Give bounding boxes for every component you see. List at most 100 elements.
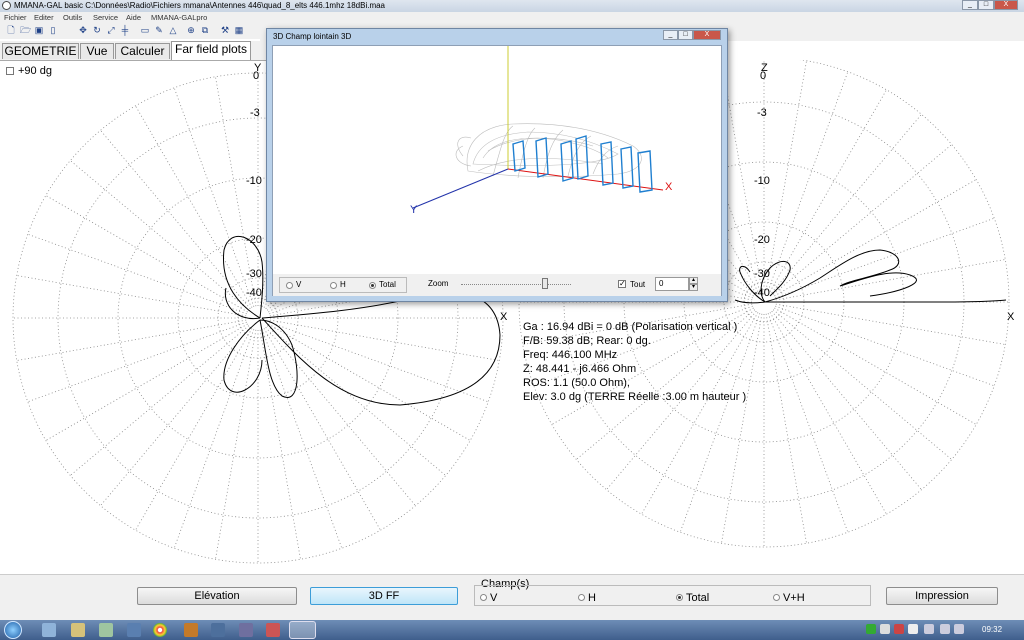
edit-icon[interactable]: ✎: [154, 25, 164, 36]
spin-down-icon[interactable]: ▾: [689, 284, 698, 291]
right-axis-label-x: X: [1007, 311, 1015, 323]
gain-info: Ga : 16.94 dBi = 0 dB (Polarisation vert…: [523, 321, 738, 333]
tray-icon-2[interactable]: [880, 624, 890, 634]
tab-geometrie[interactable]: GEOMETRIE: [2, 43, 79, 59]
polar-spoke: [266, 325, 446, 476]
chrome-icon[interactable]: [153, 623, 167, 637]
flag-icon[interactable]: [924, 624, 934, 634]
tab-far-field-plots[interactable]: Far field plots: [171, 41, 251, 60]
3d-ff-button[interactable]: 3D FF: [310, 587, 458, 605]
tab-vue[interactable]: Vue: [80, 43, 114, 59]
champs-radio-v[interactable]: [480, 594, 487, 601]
champs-radio-vh[interactable]: [773, 594, 780, 601]
info-icon[interactable]: ▯: [48, 25, 58, 36]
mmana-taskbar-button[interactable]: [289, 621, 316, 639]
tout-checkbox[interactable]: ✓: [618, 280, 626, 288]
zoom-slider-track[interactable]: [461, 284, 571, 286]
polar-spoke: [45, 323, 248, 441]
window-title: MMANA-GAL basic C:\Données\Radio\Fichier…: [14, 1, 386, 10]
left-ring-label-10: -10: [246, 175, 262, 187]
taskbar-app-icon-9[interactable]: [266, 623, 280, 637]
volume-icon[interactable]: [954, 624, 964, 634]
right-ring-label-10: -10: [754, 175, 770, 187]
polar-spoke: [772, 309, 952, 460]
zoom-slider-thumb[interactable]: [542, 278, 549, 289]
champs-radio-h[interactable]: [578, 594, 585, 601]
vertical-pattern-curve: [734, 249, 1007, 304]
target-icon[interactable]: ⊕: [186, 25, 196, 36]
taskbar-app-icon-8[interactable]: [239, 623, 253, 637]
menu-editer[interactable]: Editer: [34, 12, 54, 24]
tray-icon-1[interactable]: [866, 624, 876, 634]
3d-radio-h[interactable]: [330, 282, 337, 289]
maximize-button[interactable]: □: [978, 0, 994, 10]
taskbar-app-icon-4[interactable]: [127, 623, 141, 637]
taskbar-app-icon-3[interactable]: [99, 623, 113, 637]
menu-mmana-galpro[interactable]: MMANA-GALpro: [151, 12, 207, 24]
elevation-button[interactable]: Elévation: [137, 587, 297, 605]
left-ring-label-20: -20: [246, 234, 262, 246]
polar-spoke: [775, 305, 995, 387]
polar-spoke: [16, 319, 247, 361]
polar-spoke: [173, 87, 255, 307]
champs-radio-total[interactable]: [676, 594, 683, 601]
3d-view-canvas[interactable]: Y X: [272, 45, 722, 296]
triangle-icon[interactable]: △: [168, 25, 178, 36]
impression-button[interactable]: Impression: [886, 587, 998, 605]
move-icon[interactable]: ✥: [78, 25, 88, 36]
right-ring-label-3: -3: [757, 107, 767, 119]
page-icon[interactable]: ▭: [140, 25, 150, 36]
tray-icon-4[interactable]: [908, 624, 918, 634]
close-button[interactable]: X: [994, 0, 1018, 10]
plus90-checkbox[interactable]: [6, 67, 14, 75]
menu-fichier[interactable]: Fichier: [4, 12, 27, 24]
polar-spoke: [269, 321, 489, 403]
taskbar-app-icon-7[interactable]: [211, 623, 225, 637]
menu-bar: Fichier Editer Outils Service Aide MMANA…: [0, 12, 1024, 24]
win3d-close-button[interactable]: X: [693, 30, 721, 40]
rotate-icon[interactable]: ↻: [92, 25, 102, 36]
swr-info: ROS: 1.1 (50.0 Ohm),: [523, 377, 630, 389]
tab-calculer[interactable]: Calculer: [115, 43, 170, 59]
left-ring-label-3: -3: [250, 107, 260, 119]
copy-icon[interactable]: ⧉: [200, 25, 210, 36]
angle-spin-input[interactable]: 0: [655, 277, 689, 291]
3d-controls-panel: V H Total Zoom ✓ Tout 0 ▴ ▾: [273, 274, 721, 296]
minimize-button[interactable]: _: [962, 0, 978, 10]
polar-spoke: [135, 328, 253, 531]
3d-radio-total[interactable]: [369, 282, 376, 289]
polar-spoke: [767, 71, 849, 291]
champs-radio-v-label: V: [490, 592, 498, 604]
open-file-icon[interactable]: 🗁: [20, 25, 31, 36]
polar-spoke: [767, 313, 849, 533]
network-icon[interactable]: [940, 624, 950, 634]
tools-icon[interactable]: ⚒: [220, 25, 230, 36]
3d-radio-v[interactable]: [286, 282, 293, 289]
explorer-icon[interactable]: [42, 623, 56, 637]
taskbar-app-icon-2[interactable]: [71, 623, 85, 637]
polar-spoke: [259, 329, 301, 560]
taskbar-app-icon-6[interactable]: [184, 623, 198, 637]
split-icon[interactable]: ╪: [120, 25, 130, 36]
plus90-label: +90 dg: [18, 65, 52, 77]
win3d-minimize-button[interactable]: _: [663, 30, 678, 40]
menu-aide[interactable]: Aide: [126, 12, 141, 24]
tab-bar: GEOMETRIE Vue Calculer Far field plots: [0, 41, 268, 61]
3d-axis-label-x: X: [665, 181, 673, 193]
menu-outils[interactable]: Outils: [63, 12, 82, 24]
scale-icon[interactable]: ⤢: [106, 25, 116, 36]
menu-service[interactable]: Service: [93, 12, 118, 24]
save-icon[interactable]: ▣: [34, 25, 44, 36]
polar-spoke: [774, 179, 977, 297]
start-button-icon[interactable]: [4, 621, 22, 639]
polar-spoke: [263, 328, 381, 531]
title-bar: MMANA-GAL basic C:\Données\Radio\Fichier…: [0, 0, 1024, 12]
spin-up-icon[interactable]: ▴: [689, 277, 698, 284]
win3d-maximize-button[interactable]: □: [678, 30, 693, 40]
calculator-icon[interactable]: ▦: [234, 25, 244, 36]
polar-spoke: [775, 303, 1006, 345]
new-file-icon[interactable]: 🗋: [6, 25, 16, 36]
left-ring-label-0: 0: [253, 70, 260, 82]
tray-icon-3[interactable]: [894, 624, 904, 634]
polar-spoke: [268, 323, 471, 441]
